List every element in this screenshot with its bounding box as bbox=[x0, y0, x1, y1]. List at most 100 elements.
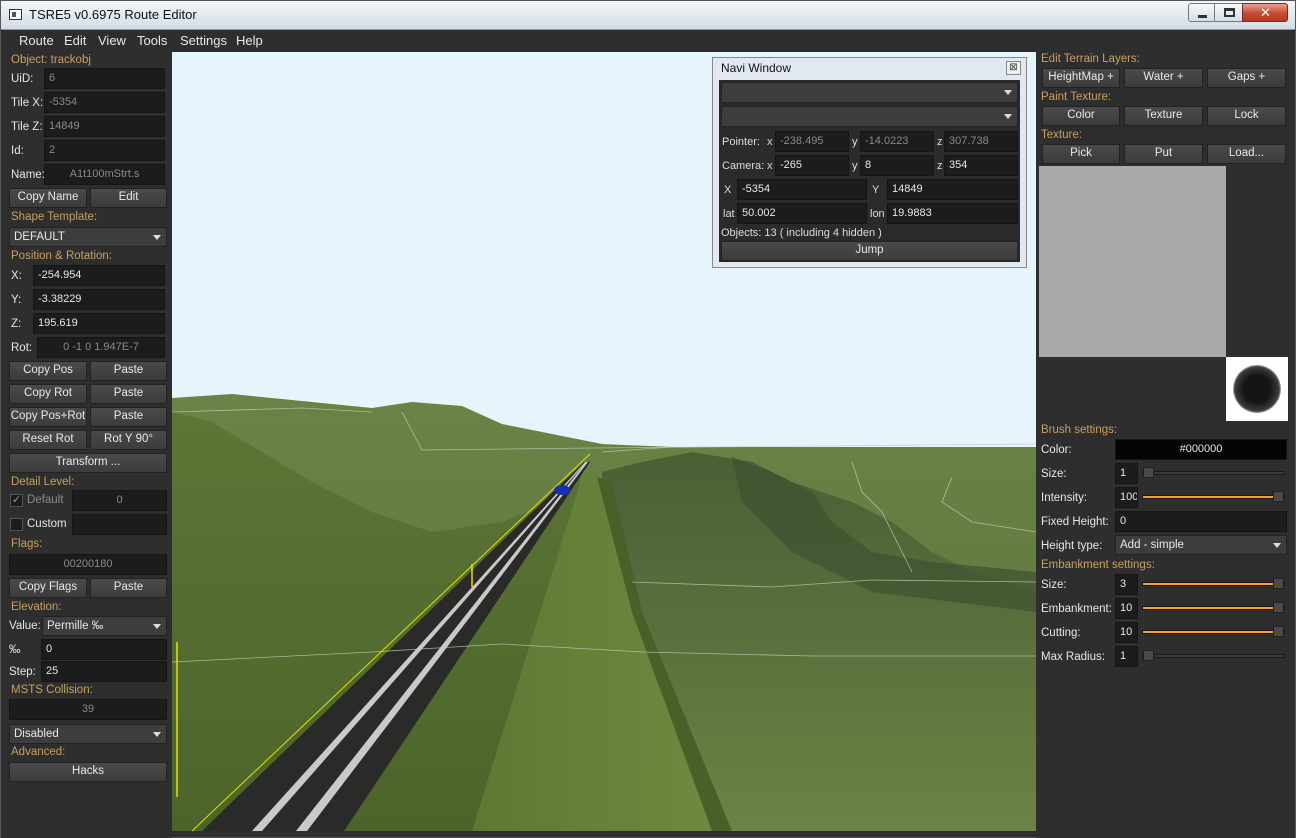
texture-button[interactable]: Texture bbox=[1124, 106, 1203, 126]
menu-view[interactable]: View bbox=[98, 33, 126, 48]
jump-button[interactable]: Jump bbox=[721, 241, 1018, 261]
put-button[interactable]: Put bbox=[1124, 144, 1203, 164]
pointer-y-field[interactable]: -14.0223 bbox=[860, 131, 934, 152]
pointer-x-field[interactable]: -238.495 bbox=[775, 131, 849, 152]
name-field[interactable]: A1t100mStrt.s bbox=[44, 164, 165, 185]
objects-count: Objects: 13 ( including 4 hidden ) bbox=[721, 227, 882, 239]
copy-pos-button[interactable]: Copy Pos bbox=[9, 361, 87, 381]
copy-flags-button[interactable]: Copy Flags bbox=[9, 578, 87, 598]
brush-color-field[interactable]: #000000 bbox=[1115, 439, 1287, 460]
gaps-button[interactable]: Gaps + bbox=[1207, 68, 1286, 88]
permille-field[interactable]: 0 bbox=[41, 639, 167, 660]
custom-label: Custom bbox=[27, 518, 67, 530]
fixed-height-field[interactable]: 0 bbox=[1115, 511, 1287, 532]
x-field[interactable]: -254.954 bbox=[33, 265, 165, 286]
fixed-height-label: Fixed Height: bbox=[1041, 516, 1109, 528]
emb-size-slider[interactable] bbox=[1142, 578, 1285, 589]
emb-size-field[interactable]: 3 bbox=[1115, 574, 1138, 595]
z-field[interactable]: 195.619 bbox=[33, 313, 165, 334]
collision-value-field[interactable]: 39 bbox=[9, 699, 167, 720]
embankment-field[interactable]: 10 bbox=[1115, 598, 1138, 619]
custom-detail-field[interactable] bbox=[72, 514, 167, 535]
close-button[interactable]: ✕ bbox=[1242, 3, 1288, 22]
camera-z-field[interactable]: 354 bbox=[944, 155, 1018, 176]
pick-button[interactable]: Pick bbox=[1042, 144, 1120, 164]
detail-level-field[interactable]: 0 bbox=[72, 490, 167, 511]
texture-preview[interactable] bbox=[1039, 166, 1226, 357]
hacks-button[interactable]: Hacks bbox=[9, 762, 167, 782]
intensity-slider-handle[interactable] bbox=[1273, 491, 1284, 502]
y-label: Y: bbox=[11, 294, 22, 306]
custom-checkbox[interactable] bbox=[10, 518, 23, 531]
default-checkbox[interactable]: ✓ bbox=[10, 494, 23, 507]
navi-select-2[interactable] bbox=[721, 106, 1018, 127]
copy-rot-button[interactable]: Copy Rot bbox=[9, 384, 87, 404]
rot-label: Rot: bbox=[11, 342, 33, 354]
size-slider[interactable] bbox=[1142, 467, 1285, 478]
pointer-z-field[interactable]: 307.738 bbox=[944, 131, 1018, 152]
permille-label: ‰ bbox=[9, 644, 21, 656]
minimize-button[interactable] bbox=[1188, 3, 1215, 22]
lock-button[interactable]: Lock bbox=[1207, 106, 1286, 126]
intensity-field[interactable]: 100 bbox=[1115, 487, 1138, 508]
tile-y-field[interactable]: 14849 bbox=[887, 179, 1018, 200]
height-type-select[interactable]: Add - simple bbox=[1115, 535, 1287, 555]
navi-window[interactable]: Navi Window ⊠ Pointer: x -238.495 y -14.… bbox=[712, 57, 1027, 268]
brush-preview[interactable] bbox=[1226, 357, 1288, 421]
paste-pos-rot-button[interactable]: Paste bbox=[90, 407, 167, 427]
lon-field[interactable]: 19.9883 bbox=[887, 203, 1018, 224]
copy-name-button[interactable]: Copy Name bbox=[9, 188, 87, 208]
intensity-slider[interactable] bbox=[1142, 491, 1285, 502]
menu-settings[interactable]: Settings bbox=[180, 33, 227, 48]
heightmap-button[interactable]: HeightMap + bbox=[1042, 68, 1120, 88]
collision-mode-select[interactable]: Disabled bbox=[9, 724, 167, 744]
embankment-slider[interactable] bbox=[1142, 602, 1285, 613]
navi-close-button[interactable]: ⊠ bbox=[1006, 61, 1021, 75]
y-field[interactable]: -3.38229 bbox=[33, 289, 165, 310]
tilex-field[interactable]: -5354 bbox=[44, 92, 165, 113]
paste-flags-button[interactable]: Paste bbox=[90, 578, 167, 598]
flags-field[interactable]: 00200180 bbox=[9, 554, 167, 575]
cutting-slider[interactable] bbox=[1142, 626, 1285, 637]
tilez-field[interactable]: 14849 bbox=[44, 116, 165, 137]
copy-pos-rot-button[interactable]: Copy Pos+Rot bbox=[9, 407, 87, 427]
edit-button[interactable]: Edit bbox=[90, 188, 167, 208]
cutting-slider-handle[interactable] bbox=[1273, 626, 1284, 637]
water-button[interactable]: Water + bbox=[1124, 68, 1203, 88]
close-icon: ✕ bbox=[1260, 5, 1271, 20]
value-label: Value: bbox=[9, 620, 41, 632]
rot-y-90-button[interactable]: Rot Y 90° bbox=[90, 430, 167, 450]
max-radius-slider-handle[interactable] bbox=[1143, 650, 1154, 661]
menu-edit[interactable]: Edit bbox=[64, 33, 86, 48]
menu-help[interactable]: Help bbox=[236, 33, 263, 48]
transform-button[interactable]: Transform ... bbox=[9, 453, 167, 473]
max-radius-field[interactable]: 1 bbox=[1115, 646, 1138, 667]
reset-rot-button[interactable]: Reset Rot bbox=[9, 430, 87, 450]
navi-select-1[interactable] bbox=[721, 82, 1018, 103]
color-button[interactable]: Color bbox=[1042, 106, 1120, 126]
emb-size-slider-handle[interactable] bbox=[1273, 578, 1284, 589]
elevation-mode-select[interactable]: Permille ‰ bbox=[42, 616, 167, 636]
cutting-field[interactable]: 10 bbox=[1115, 622, 1138, 643]
menu-tools[interactable]: Tools bbox=[137, 33, 167, 48]
camera-y-field[interactable]: 8 bbox=[860, 155, 934, 176]
lat-field[interactable]: 50.002 bbox=[737, 203, 867, 224]
size-field[interactable]: 1 bbox=[1115, 463, 1138, 484]
paste-rot-button[interactable]: Paste bbox=[90, 384, 167, 404]
rot-field[interactable]: 0 -1 0 1.947E-7 bbox=[37, 337, 165, 358]
id-field[interactable]: 2 bbox=[44, 140, 165, 161]
menu-route[interactable]: Route bbox=[19, 33, 54, 48]
camera-x-field[interactable]: -265 bbox=[775, 155, 849, 176]
step-field[interactable]: 25 bbox=[41, 661, 167, 682]
max-radius-slider[interactable] bbox=[1142, 650, 1285, 661]
brush-settings-header: Brush settings: bbox=[1041, 424, 1118, 436]
title-bar[interactable]: TSRE5 v0.6975 Route Editor ✕ bbox=[1, 1, 1295, 30]
tile-x-field[interactable]: -5354 bbox=[737, 179, 867, 200]
embankment-slider-handle[interactable] bbox=[1273, 602, 1284, 613]
size-slider-handle[interactable] bbox=[1143, 467, 1154, 478]
uid-field[interactable]: 6 bbox=[44, 68, 165, 89]
maximize-button[interactable] bbox=[1214, 3, 1243, 22]
load-button[interactable]: Load... bbox=[1207, 144, 1286, 164]
shape-template-select[interactable]: DEFAULT bbox=[9, 227, 167, 247]
paste-pos-button[interactable]: Paste bbox=[90, 361, 167, 381]
